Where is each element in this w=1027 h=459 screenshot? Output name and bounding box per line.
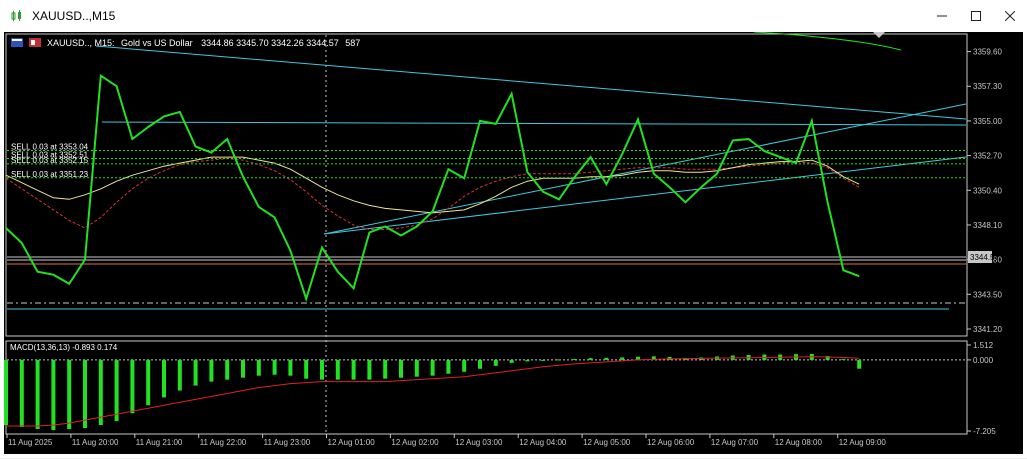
- header-description: Gold vs US Dollar: [121, 38, 193, 48]
- price-tick-label: 3357.30: [973, 82, 1002, 91]
- price-tick-label: 3343.50: [973, 290, 1002, 299]
- time-tick-label: 12 Aug 05:00: [583, 438, 631, 447]
- ma-slow-line: [5, 158, 860, 230]
- chart-candles-icon: [10, 9, 24, 23]
- macd-bar: [193, 359, 198, 386]
- time-tick-label: 12 Aug 02:00: [391, 438, 439, 447]
- header-volume: 587: [345, 38, 360, 48]
- macd-bar: [83, 359, 87, 428]
- macd-bar: [509, 359, 514, 363]
- time-tick-label: 12 Aug 07:00: [711, 438, 759, 447]
- macd-bar: [67, 359, 72, 429]
- macd-bar: [4, 359, 8, 426]
- macd-bar: [367, 359, 372, 380]
- macd-tick-label: 0.000: [973, 356, 994, 365]
- macd-title: MACD(13,36,13) -0.893 0.174: [10, 343, 118, 352]
- macd-bar: [414, 359, 419, 377]
- header-ohlc: 3344.86 3345.70 3342.26 3344.57: [201, 38, 339, 48]
- macd-bar: [620, 357, 625, 360]
- time-tick-label: 11 Aug 22:00: [200, 438, 247, 447]
- window-controls: [925, 0, 1027, 32]
- macd-bar: [162, 359, 166, 398]
- macd-bar: [383, 359, 388, 379]
- chart-canvas[interactable]: XAUUSD.., M15: Gold vs US Dollar 3344.86…: [4, 31, 1023, 454]
- time-tick-label: 12 Aug 01:00: [328, 438, 376, 447]
- macd-bar: [841, 358, 846, 360]
- macd-bar: [478, 359, 482, 369]
- macd-bar: [351, 359, 356, 380]
- macd-bar: [446, 359, 451, 374]
- time-tick-label: 12 Aug 03:00: [455, 438, 503, 447]
- price-tick-label: 3350.40: [973, 186, 1002, 195]
- terminal-window: XAUUSD..,M15 XAUUSD.., M15: Gold vs US D…: [0, 0, 1027, 458]
- time-tick-label: 12 Aug 09:00: [839, 438, 887, 447]
- macd-layer: [4, 353, 966, 430]
- macd-bar: [241, 359, 245, 378]
- macd-bar: [225, 359, 230, 380]
- time-tick-label: 11 Aug 20:00: [72, 438, 119, 447]
- macd-bar: [256, 359, 261, 376]
- macd-bar: [130, 359, 135, 414]
- macd-bar: [493, 359, 498, 366]
- macd-tick-label: -7.205: [973, 427, 996, 436]
- macd-bar: [114, 359, 119, 422]
- time-tick-label: 12 Aug 06:00: [647, 438, 695, 447]
- macd-bar: [35, 359, 40, 429]
- macd-bar: [335, 359, 340, 380]
- macd-bar: [399, 359, 403, 378]
- macd-bar: [541, 359, 546, 361]
- current-price-label: 3344.57: [970, 253, 999, 262]
- macd-bar: [320, 359, 324, 380]
- price-tick-label: 3359.60: [973, 48, 1002, 57]
- close-button[interactable]: [993, 0, 1027, 32]
- macd-bar: [588, 358, 593, 360]
- order-label: SELL 0.03 at 3351.23: [11, 170, 89, 179]
- maximize-icon: [971, 11, 981, 21]
- price-tick-label: 3352.70: [973, 152, 1002, 161]
- macd-bar: [525, 359, 530, 362]
- time-tick-label: 11 Aug 21:00: [136, 438, 183, 447]
- price-tick-label: 3348.10: [973, 221, 1002, 230]
- macd-bar: [98, 359, 103, 426]
- time-tick-label: 11 Aug 23:00: [264, 438, 311, 447]
- window-title: XAUUSD..,M15: [32, 9, 116, 23]
- macd-bar: [604, 357, 609, 360]
- macd-bar: [272, 359, 277, 375]
- macd-tick-label: 1.512: [973, 341, 994, 350]
- macd-bar: [146, 359, 151, 406]
- chart-area[interactable]: XAUUSD.., M15: Gold vs US Dollar 3344.86…: [4, 31, 1023, 454]
- macd-bar: [572, 358, 577, 360]
- scroll-marker-icon: [873, 32, 885, 38]
- price-tick-label: 3341.20: [973, 325, 1002, 334]
- macd-bar: [209, 359, 214, 382]
- time-tick-label: 12 Aug 08:00: [775, 438, 823, 447]
- close-icon: [1005, 11, 1015, 21]
- macd-bar: [19, 359, 24, 428]
- macd-bar: [462, 359, 467, 372]
- title-bar[interactable]: XAUUSD..,M15: [0, 0, 1027, 32]
- trendline-horizontal: [101, 121, 967, 126]
- minimize-button[interactable]: [925, 0, 959, 32]
- price-tick-label: 3355.00: [973, 117, 1002, 126]
- chart-header: XAUUSD.., M15: Gold vs US Dollar 3344.86…: [11, 38, 360, 48]
- time-tick-label: 11 Aug 2025: [8, 438, 53, 447]
- chart-mode-icon-bar: [12, 39, 22, 41]
- macd-bar: [557, 359, 561, 361]
- minimize-icon: [937, 15, 947, 17]
- macd-bar: [430, 359, 435, 376]
- trendline-upper: [95, 45, 967, 120]
- macd-bar: [857, 359, 862, 369]
- maximize-button[interactable]: [959, 0, 993, 32]
- one-click-icon-bar: [31, 40, 35, 45]
- macd-bar: [288, 359, 293, 376]
- macd-bar: [51, 359, 56, 430]
- macd-bar: [177, 359, 182, 391]
- svg-text:XAUUSD.., M15: Gold: XAUUSD.., M15: Gold vs US Dollar 3344.86…: [47, 38, 360, 48]
- order-label: SELL 0.03 at 3352.15: [11, 156, 89, 165]
- time-tick-label: 12 Aug 04:00: [519, 438, 567, 447]
- macd-bar: [304, 359, 309, 379]
